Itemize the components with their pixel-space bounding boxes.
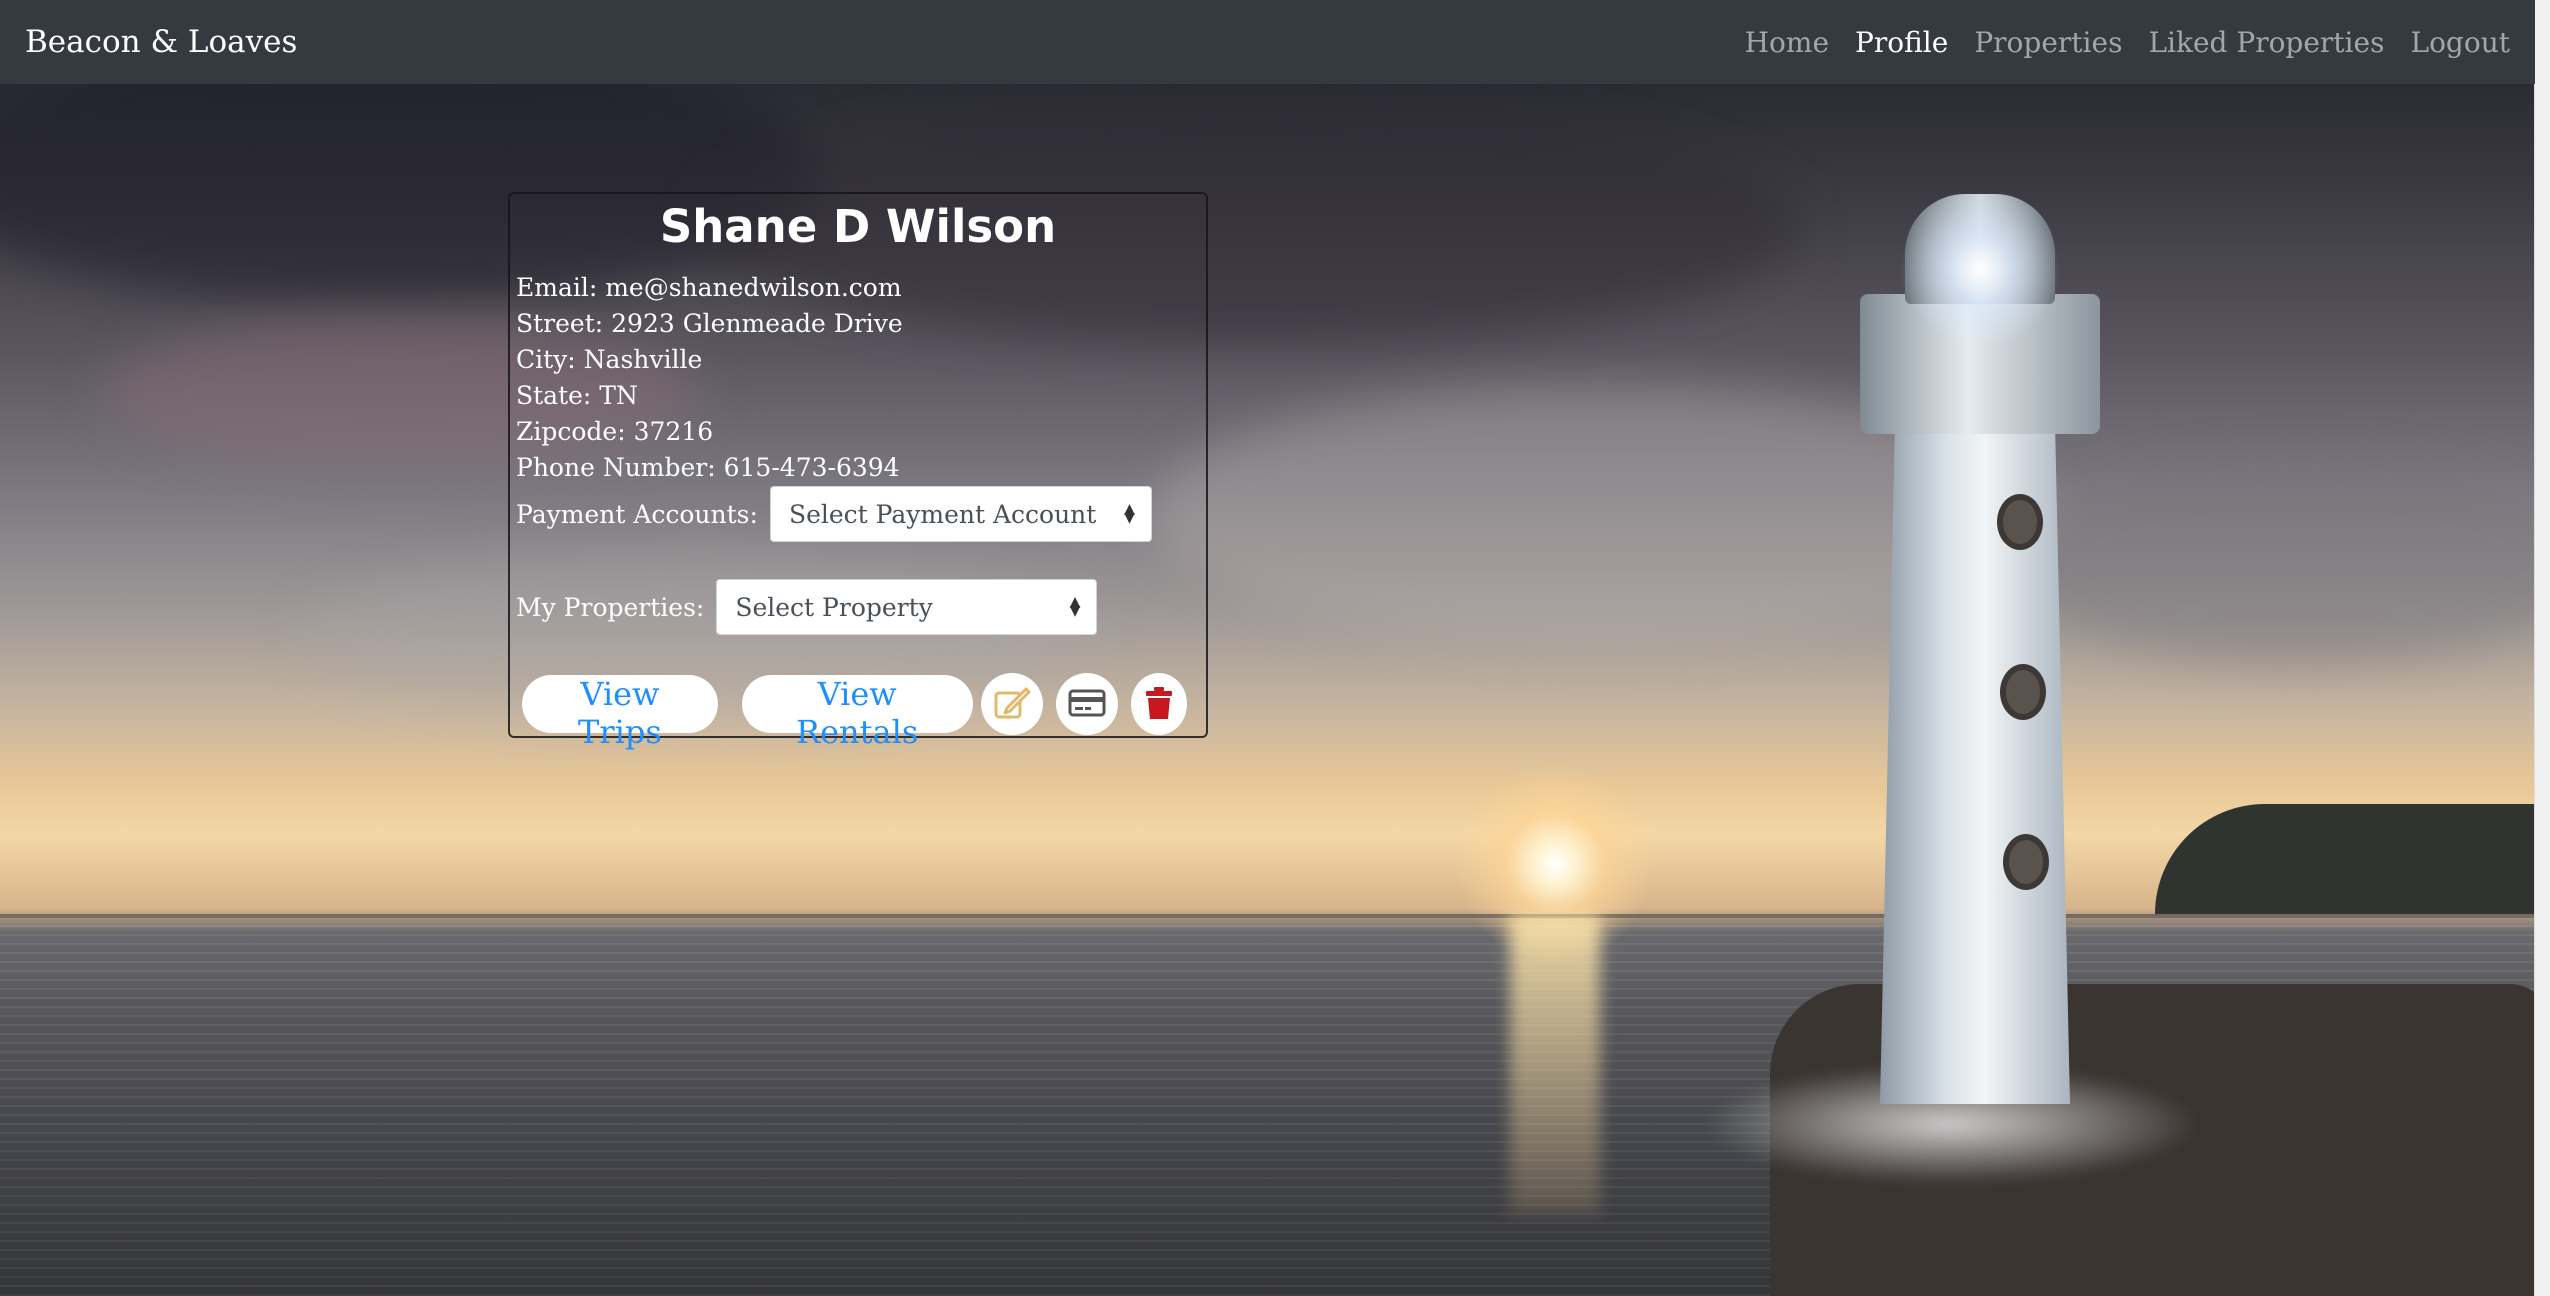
- trash-icon: [1145, 686, 1173, 723]
- payment-account-select-value: Select Payment Account: [788, 499, 1097, 529]
- edit-icon: [993, 686, 1031, 723]
- page-scrollbar[interactable]: [2534, 0, 2550, 1296]
- profile-state: State: TN: [516, 381, 638, 410]
- nav-logout-link[interactable]: Logout: [2410, 26, 2510, 59]
- credit-card-icon: [1068, 688, 1106, 721]
- payment-accounts-row: Payment Accounts: Select Payment Account…: [516, 486, 1200, 542]
- payment-account-select[interactable]: Select Payment Account ▲ ▼: [769, 486, 1152, 542]
- nav-properties-link[interactable]: Properties: [1974, 26, 2122, 59]
- nav-home-link[interactable]: Home: [1745, 26, 1829, 59]
- property-select[interactable]: Select Property ▲ ▼: [716, 579, 1098, 635]
- profile-city: City: Nashville: [516, 345, 703, 374]
- my-properties-label: My Properties:: [516, 592, 705, 622]
- nav-profile-link[interactable]: Profile: [1855, 26, 1948, 59]
- top-navbar: Beacon & Loaves Home Profile Properties …: [0, 0, 2535, 84]
- profile-actions: View Trips View Rentals: [516, 673, 1200, 751]
- background-image: [0, 84, 2535, 1296]
- select-caret-icon: ▲ ▼: [1124, 501, 1135, 526]
- brand-logo-link[interactable]: Beacon & Loaves: [25, 24, 297, 60]
- profile-email: Email: me@shanedwilson.com: [516, 273, 902, 302]
- select-caret-icon: ▲ ▼: [1069, 594, 1081, 619]
- profile-zipcode: Zipcode: 37216: [516, 417, 714, 446]
- profile-phone: Phone Number: 615-473-6394: [516, 453, 900, 482]
- delete-profile-button[interactable]: [1130, 673, 1188, 735]
- edit-profile-button[interactable]: [980, 673, 1043, 735]
- nav-links: Home Profile Properties Liked Properties…: [1745, 26, 2510, 59]
- view-rentals-button[interactable]: View Rentals: [741, 675, 973, 751]
- view-trips-button[interactable]: View Trips: [522, 675, 718, 751]
- nav-liked-properties-link[interactable]: Liked Properties: [2148, 26, 2384, 59]
- payment-accounts-button[interactable]: [1055, 673, 1118, 735]
- profile-name: Shane D Wilson: [659, 200, 1057, 253]
- property-select-value: Select Property: [735, 592, 933, 622]
- my-properties-row: My Properties: Select Property ▲ ▼: [516, 579, 1200, 635]
- payment-accounts-label: Payment Accounts:: [516, 499, 758, 529]
- profile-street: Street: 2923 Glenmeade Drive: [516, 309, 903, 338]
- profile-card: Shane D Wilson Email: me@shanedwilson.co…: [508, 192, 1208, 751]
